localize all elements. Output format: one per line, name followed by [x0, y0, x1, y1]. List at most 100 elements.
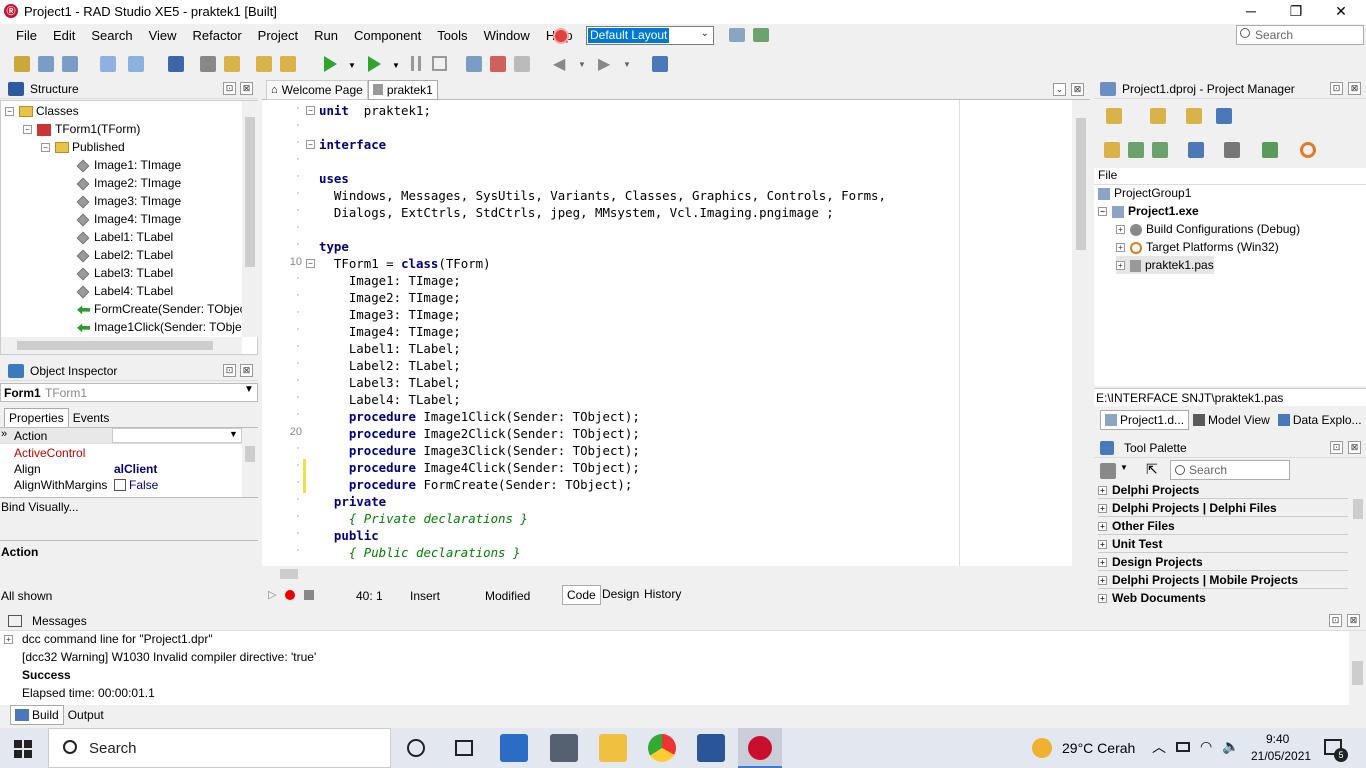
code-line[interactable]: procedure Image4Click(Sender: TObject);: [319, 459, 640, 476]
battery-icon[interactable]: [1176, 742, 1190, 752]
chevron-down-icon[interactable]: ▼: [229, 429, 238, 439]
property-row[interactable]: » Action ▼: [0, 428, 242, 444]
tree-item-field[interactable]: Label3: TLabel: [76, 264, 173, 282]
maximize-button[interactable]: ❐: [1273, 0, 1319, 24]
play-icon[interactable]: ▷: [268, 588, 276, 601]
code-line[interactable]: interface: [319, 136, 386, 153]
bind-visually-link[interactable]: Bind Visually...: [0, 497, 258, 516]
code-line[interactable]: unit praktek1;: [319, 102, 431, 119]
palette-category[interactable]: + Delphi Projects: [1098, 481, 1348, 499]
scroll-thumb[interactable]: [245, 446, 255, 462]
tab-welcome-page[interactable]: ⌂ Welcome Page: [266, 79, 368, 100]
tree-item-method[interactable]: Image1Click(Sender: TObject): [77, 318, 255, 336]
code-line[interactable]: procedure Image1Click(Sender: TObject);: [319, 408, 640, 425]
tree-item-field[interactable]: Image2: TImage: [76, 174, 181, 192]
message-line[interactable]: Success: [22, 668, 71, 682]
trace-into-icon[interactable]: [466, 56, 482, 72]
chevron-down-icon[interactable]: ▼: [392, 61, 400, 70]
code-line[interactable]: private: [319, 493, 386, 510]
chevron-up-icon[interactable]: ︿: [1152, 737, 1166, 757]
tab-output[interactable]: Output: [64, 706, 108, 724]
tree-item-field[interactable]: Image4: TImage: [76, 210, 181, 228]
structure-hscrollbar[interactable]: [1, 337, 242, 354]
run-icon[interactable]: [324, 56, 337, 72]
code-line[interactable]: Dialogs, ExtCtrls, StdCtrls, jpeg, MMsys…: [319, 204, 834, 221]
tab-build[interactable]: Build: [10, 705, 64, 725]
step-over-icon[interactable]: [490, 56, 506, 72]
menu-search[interactable]: Search: [83, 24, 140, 48]
categories-icon[interactable]: [1100, 463, 1116, 479]
scroll-thumb[interactable]: [17, 341, 213, 350]
chrome-icon[interactable]: [648, 734, 676, 762]
fold-icon[interactable]: −: [306, 259, 315, 268]
tab-events[interactable]: Events: [69, 409, 114, 427]
code-line[interactable]: procedure Image3Click(Sender: TObject);: [319, 442, 640, 459]
add-new-project-icon[interactable]: [1106, 108, 1122, 124]
stop-icon[interactable]: [304, 590, 314, 600]
code-line[interactable]: { Public declarations }: [319, 544, 521, 561]
options-icon[interactable]: [1262, 142, 1278, 158]
file-explorer-icon[interactable]: [599, 734, 627, 762]
taskbar-search[interactable]: Search: [48, 728, 391, 768]
palette-category[interactable]: + Delphi Projects | Delphi Files: [1098, 499, 1348, 517]
code-line[interactable]: uses: [319, 170, 349, 187]
palette-search-input[interactable]: Search: [1170, 460, 1290, 480]
code-line[interactable]: Label2: TLabel;: [319, 357, 461, 374]
expand-icon[interactable]: +: [1116, 225, 1125, 235]
pin-icon[interactable]: ⊡: [1329, 614, 1342, 627]
code-line[interactable]: public: [319, 527, 379, 544]
ide-search-input[interactable]: Search: [1236, 25, 1364, 45]
code-line[interactable]: procedure Image2Click(Sender: TObject);: [319, 425, 640, 442]
tab-design[interactable]: Design: [598, 585, 643, 603]
list-icon[interactable]: [1188, 142, 1204, 158]
expand-icon[interactable]: +: [1116, 261, 1125, 271]
palette-category[interactable]: + Web Documents: [1098, 589, 1348, 607]
close-icon[interactable]: ⊠: [1348, 441, 1361, 454]
print-icon[interactable]: [200, 56, 216, 72]
collapse-icon[interactable]: −: [1098, 207, 1107, 217]
new-file-icon[interactable]: [100, 56, 116, 72]
scroll-thumb[interactable]: [1076, 118, 1086, 250]
disable-icon[interactable]: [553, 28, 569, 44]
record-icon[interactable]: [285, 590, 295, 600]
checkbox[interactable]: [114, 479, 126, 491]
code-line[interactable]: Label4: TLabel;: [319, 391, 461, 408]
code-line[interactable]: Label1: TLabel;: [319, 340, 461, 357]
pause-icon[interactable]: [411, 56, 421, 71]
code-line[interactable]: procedure FormCreate(Sender: TObject);: [319, 476, 632, 493]
tree-item-field[interactable]: Label2: TLabel: [76, 246, 173, 264]
messages-vscrollbar[interactable]: [1349, 631, 1366, 705]
menu-view[interactable]: View: [141, 24, 185, 48]
palette-category[interactable]: + Delphi Projects | Mobile Projects: [1098, 571, 1348, 589]
save-icon[interactable]: [168, 56, 184, 72]
code-line[interactable]: Label3: TLabel;: [319, 374, 461, 391]
tab-model-view[interactable]: Model View: [1189, 410, 1274, 430]
code-line[interactable]: Image4: TImage;: [319, 323, 461, 340]
save-layout-icon[interactable]: [729, 28, 745, 42]
view-icon[interactable]: [1216, 108, 1232, 124]
tree-item-target-platforms[interactable]: + Target Platforms (Win32): [1116, 238, 1279, 256]
save-all-icon[interactable]: [62, 56, 78, 72]
tab-properties[interactable]: Properties: [4, 408, 69, 428]
chevron-down-icon[interactable]: ▼: [623, 60, 631, 69]
collapse-icon[interactable]: −: [41, 143, 50, 153]
stop-icon[interactable]: [432, 56, 447, 71]
menu-project[interactable]: Project: [250, 24, 306, 48]
code-line[interactable]: Image2: TImage;: [319, 289, 461, 306]
tree-item-projectgroup[interactable]: ProjectGroup1: [1098, 184, 1191, 202]
palette-category[interactable]: + Unit Test: [1098, 535, 1348, 553]
expand-icon[interactable]: +: [4, 635, 13, 644]
menu-file[interactable]: File: [8, 24, 45, 48]
pin-icon[interactable]: ⊡: [1330, 441, 1343, 454]
tree-item-field[interactable]: Label4: TLabel: [76, 282, 173, 300]
collapse-icon[interactable]: −: [23, 125, 32, 135]
tree-item-field[interactable]: Image1: TImage: [76, 156, 181, 174]
collapse-icon[interactable]: −: [5, 107, 14, 117]
tree-item-tform1[interactable]: − TForm1(TForm): [23, 120, 140, 138]
open-icon[interactable]: [128, 56, 144, 72]
code-line[interactable]: Image3: TImage;: [319, 306, 461, 323]
run-to-cursor-icon[interactable]: [514, 56, 530, 72]
close-icon[interactable]: ⊠: [1348, 82, 1361, 95]
pin-icon[interactable]: ⊡: [223, 82, 236, 95]
help-book-icon[interactable]: [652, 56, 668, 72]
